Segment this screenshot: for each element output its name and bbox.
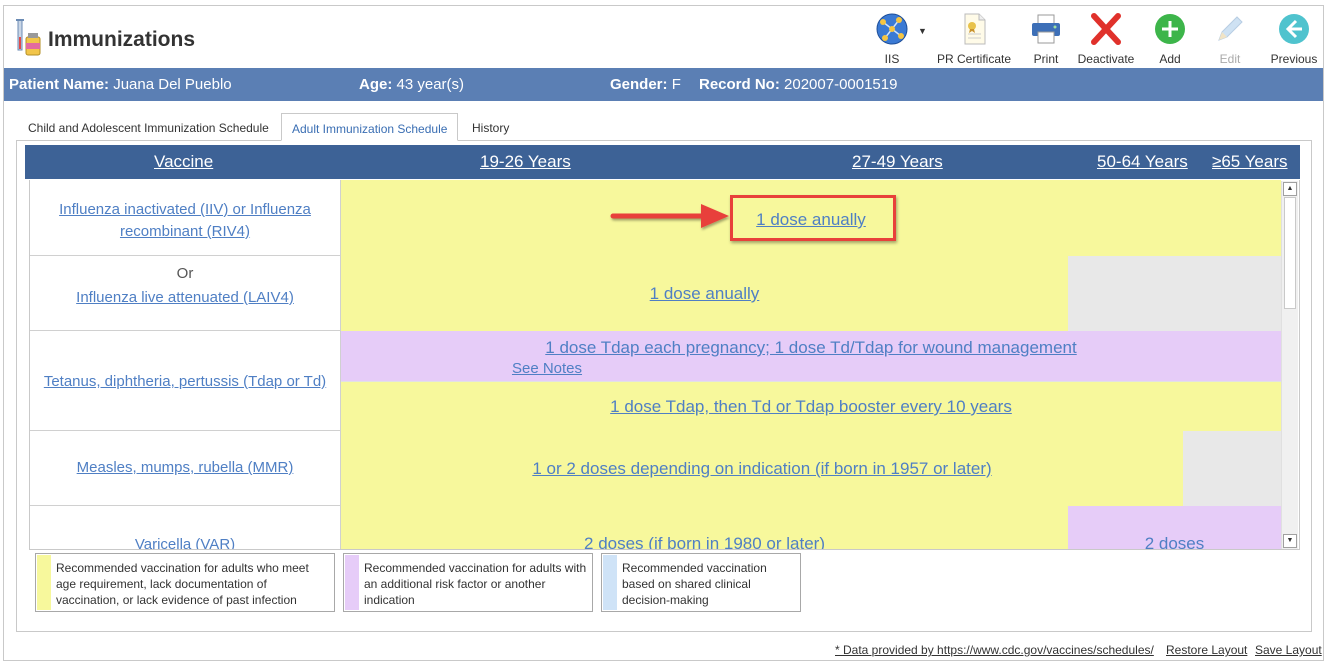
vaccine-link-varicella[interactable]: Varicella (VAR) [135, 536, 235, 549]
edit-button[interactable]: Edit [1210, 12, 1250, 66]
rec-link-tdap-pregnancy[interactable]: 1 dose Tdap each pregnancy; 1 dose Td/Td… [545, 338, 1076, 357]
certificate-icon [964, 13, 986, 45]
vaccine-cell-influenza-laiv: Or Influenza live attenuated (LAIV4) [30, 256, 341, 331]
header-vaccine[interactable]: Vaccine [154, 152, 213, 172]
rec-link-varicella[interactable]: 2 doses (if born in 1980 or later) [584, 534, 825, 549]
add-label: Add [1159, 52, 1181, 66]
patient-record-label: Record No: [699, 76, 780, 93]
tab-adult[interactable]: Adult Immunization Schedule [281, 113, 459, 141]
patient-record-value: 202007-0001519 [784, 76, 898, 93]
pencil-icon [1218, 16, 1243, 41]
vaccine-link-tdap[interactable]: Tetanus, diphtheria, pertussis (Tdap or … [44, 373, 326, 390]
chevron-down-icon[interactable]: ▼ [918, 26, 927, 36]
syringe-vial-icon [16, 19, 41, 56]
legend-swatch [603, 555, 617, 610]
save-layout-link[interactable]: Save Layout [1255, 643, 1322, 657]
pr-certificate-label: PR Certificate [936, 52, 1012, 66]
rec-link-mmr[interactable]: 1 or 2 doses depending on indication (if… [532, 459, 991, 478]
print-button[interactable]: Print [1026, 12, 1066, 66]
rec-cell-na [1183, 431, 1281, 506]
schedule-grid: Influenza inactivated (IIV) or Influenza… [29, 180, 1300, 550]
app-header: Immunizations IIS ▼ PR Certificate Print… [4, 6, 1323, 68]
header-65-plus[interactable]: ≥65 Years [1212, 152, 1288, 172]
green-plus-icon [1155, 14, 1185, 44]
pr-certificate-button[interactable]: PR Certificate [934, 12, 1014, 66]
patient-age-field: Age: 43 year(s) [359, 76, 464, 93]
printer-icon [1032, 14, 1060, 44]
rec-cell-na [1068, 256, 1281, 331]
schedule-header: Vaccine 19-26 Years 27-49 Years 50-64 Ye… [25, 145, 1300, 179]
red-arrow-icon [610, 204, 729, 228]
restore-layout-link[interactable]: Restore Layout [1166, 643, 1247, 657]
tab-child-adolescent[interactable]: Child and Adolescent Immunization Schedu… [28, 113, 269, 141]
iis-button[interactable]: IIS ▼ [870, 12, 927, 66]
patient-name-label: Patient Name: [9, 76, 110, 93]
see-notes-link[interactable]: See Notes [512, 359, 582, 379]
or-label: Or [176, 265, 194, 282]
rec-link-influenza-laiv[interactable]: 1 dose anually [650, 284, 760, 303]
header-19-26[interactable]: 19-26 Years [480, 152, 571, 172]
vaccine-link-influenza-iiv[interactable]: Influenza inactivated (IIV) or Influenza… [59, 201, 311, 240]
legend-item-blue: Recommended vaccination based on shared … [601, 553, 801, 612]
previous-label: Previous [1270, 52, 1318, 66]
page-title: Immunizations [48, 28, 196, 51]
deactivate-label: Deactivate [1077, 52, 1135, 66]
legend-swatch [345, 555, 359, 610]
patient-age-value: 43 year(s) [396, 76, 465, 93]
red-x-icon [1091, 13, 1121, 45]
patient-record-field: Record No: 202007-0001519 [699, 76, 897, 93]
vaccine-cell-varicella: Varicella (VAR) [30, 506, 341, 549]
header-27-49[interactable]: 27-49 Years [852, 152, 943, 172]
legend-swatch [37, 555, 51, 610]
rec-cell-varicella: 2 doses (if born in 1980 or later) [341, 506, 1068, 549]
scroll-up-icon[interactable]: ▲ [1283, 182, 1297, 196]
legend-item-yellow: Recommended vaccination for adults who m… [35, 553, 335, 612]
rec-link-varicella-risk[interactable]: 2 doses [1145, 534, 1205, 549]
print-label: Print [1033, 52, 1059, 66]
vaccine-cell-mmr: Measles, mumps, rubella (MMR) [30, 431, 341, 506]
edit-label: Edit [1219, 52, 1241, 66]
rec-cell-tdap-booster: 1 dose Tdap, then Td or Tdap booster eve… [341, 381, 1281, 431]
grid-scrollbar[interactable]: ▲ ▼ [1281, 181, 1298, 549]
patient-info-bar: Patient Name: Juana Del Pueblo Age: 43 y… [4, 68, 1323, 101]
legend-text: Recommended vaccination for adults with … [364, 561, 587, 607]
data-source-link[interactable]: * Data provided by https://www.cdc.gov/v… [835, 643, 1154, 657]
previous-button[interactable]: Previous [1266, 12, 1322, 66]
legend-text: Recommended vaccination based on shared … [622, 561, 767, 607]
row-divider [341, 381, 1281, 382]
rec-cell-varicella-risk: 2 doses [1068, 506, 1281, 549]
patient-gender-label: Gender: [610, 76, 668, 93]
deactivate-button[interactable]: Deactivate [1072, 12, 1140, 66]
legend-text: Recommended vaccination for adults who m… [56, 561, 309, 607]
header-50-64[interactable]: 50-64 Years [1097, 152, 1188, 172]
vaccine-link-influenza-laiv[interactable]: Influenza live attenuated (LAIV4) [76, 289, 294, 306]
scroll-down-icon[interactable]: ▼ [1283, 534, 1297, 548]
vaccine-cell-influenza-iiv: Influenza inactivated (IIV) or Influenza… [30, 180, 341, 256]
patient-gender-field: Gender: F [610, 76, 681, 93]
patient-gender-value: F [671, 76, 681, 93]
scroll-thumb[interactable] [1284, 197, 1296, 309]
patient-age-label: Age: [359, 76, 393, 93]
network-globe-icon [876, 13, 908, 45]
legend-item-purple: Recommended vaccination for adults with … [343, 553, 593, 612]
rec-cell-mmr: 1 or 2 doses depending on indication (if… [341, 431, 1183, 506]
highlight-box [730, 195, 896, 241]
vaccine-link-mmr[interactable]: Measles, mumps, rubella (MMR) [77, 459, 294, 476]
add-button[interactable]: Add [1150, 12, 1190, 66]
back-arrow-icon [1279, 14, 1309, 44]
patient-name-value: Juana Del Pueblo [113, 76, 232, 93]
rec-cell-influenza-laiv: 1 dose anually [341, 256, 1068, 331]
rec-cell-tdap-pregnancy: 1 dose Tdap each pregnancy; 1 dose Td/Td… [341, 331, 1281, 381]
rec-link-tdap-booster[interactable]: 1 dose Tdap, then Td or Tdap booster eve… [610, 397, 1012, 416]
tab-history[interactable]: History [472, 113, 509, 141]
vaccine-cell-tdap: Tetanus, diphtheria, pertussis (Tdap or … [30, 331, 341, 431]
iis-label: IIS [884, 52, 900, 66]
patient-name-field: Patient Name: Juana Del Pueblo [9, 76, 232, 93]
